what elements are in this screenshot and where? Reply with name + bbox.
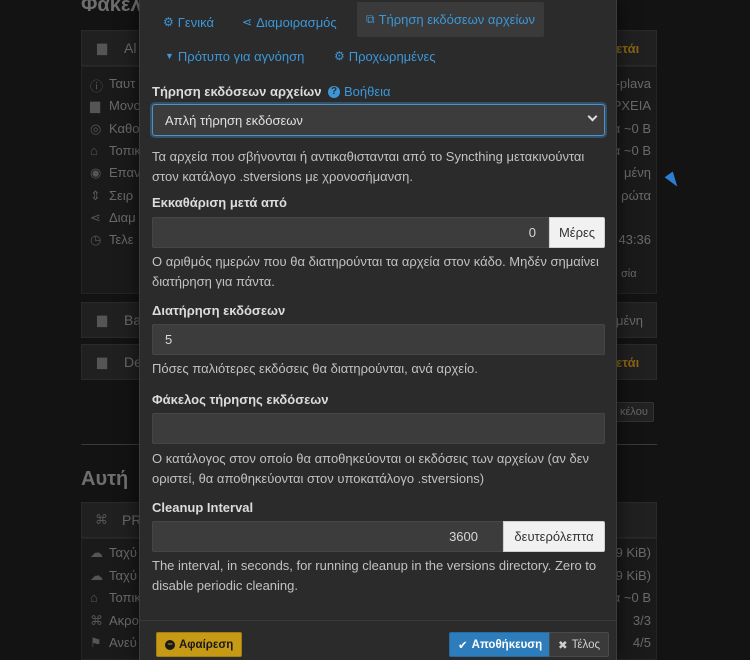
close-label: Τέλος <box>571 638 601 651</box>
close-icon: ✖ <box>558 639 568 652</box>
cleanup-interval-input[interactable]: 3600 <box>152 521 503 552</box>
tab-label: Διαμοιρασμός <box>256 14 337 30</box>
tab-label: Πρότυπο για αγνόηση <box>177 48 305 64</box>
tab-sharing[interactable]: ⋖ Διαμοιρασμός <box>242 9 337 35</box>
save-button[interactable]: ✔ Αποθήκευση <box>449 632 552 657</box>
row-label: Ανεύ <box>109 635 137 650</box>
tab-file-versioning[interactable]: ⧉ Τήρηση εκδόσεων αρχείων <box>357 2 544 37</box>
folder-icon: ▆ <box>97 354 107 369</box>
versions-path-label: Φάκελος τήρησης εκδόσεων <box>152 392 329 407</box>
download-icon: ☁ <box>90 545 103 560</box>
versioning-label: Τήρηση εκδόσεων αρχείων <box>152 84 322 99</box>
row-value: 9 KiB) <box>615 567 651 583</box>
folder-status: ετάι <box>616 355 640 370</box>
folder-footer-text: σία <box>621 268 637 280</box>
chevron-down-icon <box>587 111 598 122</box>
folder-status: μένη <box>616 313 644 328</box>
modal-tabs: ⚙ Γενικά ⋖ Διαμοιρασμός ⧉ Τήρηση εκδόσεω… <box>140 0 616 77</box>
row-label: Ακρο <box>109 612 139 628</box>
folders-heading: Φάκελ <box>81 0 142 16</box>
folder-name: Al <box>124 40 137 56</box>
minus-circle-icon: − <box>165 639 175 650</box>
tab-label: Προχωρημένες <box>348 48 436 64</box>
close-button[interactable]: ✖ Τέλος <box>549 632 610 657</box>
tab-label: Τήρηση εκδόσεων αρχείων <box>378 12 535 27</box>
copy-icon: ⧉ <box>366 12 375 26</box>
info-icon: ⓘ <box>90 79 104 94</box>
home-icon: ⌂ <box>90 142 98 158</box>
modal-footer: − Αφαίρεση ✔ Αποθήκευση ✖ Τέλος <box>140 620 616 660</box>
row-value: 4/5 <box>632 635 651 650</box>
folder-status: ετάι <box>616 41 640 56</box>
clock-icon: ◷ <box>90 232 102 248</box>
versions-path-input[interactable] <box>152 413 605 444</box>
add-folder-button[interactable]: κέλου <box>614 402 654 422</box>
versioning-description: Τα αρχεία που σβήνονται ή αντικαθισταντα… <box>152 149 585 184</box>
help-link[interactable]: ? Βοήθεια <box>328 84 391 99</box>
row-value: α ~0 B <box>612 590 651 605</box>
days-unit-addon: Μέρες <box>549 217 605 248</box>
row-label: Καθο <box>109 120 140 136</box>
row-label: Ταχύ <box>109 545 137 560</box>
mouse-cursor <box>664 171 682 190</box>
cleanout-hint: Ο αριθμός ημερών που θα διατηρούνται τα … <box>152 254 599 289</box>
row-label: Ταχύ <box>109 567 137 583</box>
cogs-icon: ⚙ <box>334 49 345 63</box>
keep-versions-input[interactable]: 5 <box>152 324 605 355</box>
cleanout-days-input[interactable]: 0 <box>152 217 549 248</box>
row-label: Διαμ <box>109 209 136 225</box>
row-label: Μονο <box>109 98 141 114</box>
row-value: ρώτα <box>621 187 651 203</box>
remove-button[interactable]: − Αφαίρεση <box>156 632 243 657</box>
row-value: 9 KiB) <box>615 545 651 560</box>
row-value: α ~0 B <box>612 120 651 136</box>
globe-icon: ◎ <box>90 120 102 136</box>
tab-advanced[interactable]: ⚙ Προχωρημένες <box>334 43 436 69</box>
row-value: α ~0 B <box>612 142 651 158</box>
row-label: Σειρ <box>109 187 134 203</box>
gear-icon: ⚙ <box>163 15 174 29</box>
row-label: Τελε <box>109 232 134 248</box>
row-label: Ταυτ <box>109 76 136 91</box>
versions-path-hint: Ο κατάλογος στον οποίο θα αποθηκεύονται … <box>152 451 590 486</box>
tab-label: Γενικά <box>177 14 214 30</box>
sitemap-icon: ⌘ <box>95 512 108 527</box>
row-label: Επαν <box>109 165 141 181</box>
question-icon: ? <box>328 85 340 98</box>
seconds-unit-addon: δευτερόλεπτα <box>503 521 605 552</box>
cleanup-interval-hint: The interval, in seconds, for running cl… <box>152 558 597 593</box>
folder-icon: ▆ <box>97 312 107 327</box>
sort-icon: ⇕ <box>90 187 101 203</box>
versioning-type-value: Απλή τήρηση εκδόσεων <box>165 112 303 128</box>
cleanout-label: Εκκαθάριση μετά από <box>152 195 287 210</box>
sitemap-icon: ⌘ <box>90 612 103 628</box>
folder-icon: ▆ <box>97 40 107 55</box>
share-icon: ⋖ <box>90 209 101 225</box>
row-value: 3/3 <box>632 612 651 628</box>
remove-label: Αφαίρεση <box>179 638 234 651</box>
save-label: Αποθήκευση <box>471 638 543 651</box>
check-icon: ✔ <box>458 639 468 652</box>
keep-versions-label: Διατήρηση εκδόσεων <box>152 303 286 318</box>
upload-icon: ☁ <box>90 567 103 583</box>
row-value: μένη <box>623 165 651 181</box>
cleanup-interval-label: Cleanup Interval <box>152 500 254 515</box>
help-label: Βοήθεια <box>344 84 391 99</box>
home-icon: ⌂ <box>90 590 98 605</box>
filter-icon: ▼ <box>165 51 174 61</box>
row-value: f-plava <box>611 76 651 91</box>
tab-general[interactable]: ⚙ Γενικά <box>163 9 214 35</box>
tab-ignore-patterns[interactable]: ▼ Πρότυπο για αγνόηση <box>165 43 304 69</box>
share-icon: ⋖ <box>242 15 253 29</box>
eye-icon: ◉ <box>90 165 102 181</box>
row-value: 43:36 <box>618 232 651 248</box>
row-label: Τοπικ <box>109 590 141 605</box>
folder-icon: ▆ <box>90 98 100 114</box>
signpost-icon: ⚑ <box>90 635 102 650</box>
this-device-heading: Αυτή <box>81 468 129 490</box>
row-label: Τοπικ <box>109 142 141 158</box>
keep-versions-hint: Πόσες παλιότερες εκδόσεις θα διατηρούντα… <box>152 361 478 376</box>
versioning-type-select[interactable]: Απλή τήρηση εκδόσεων <box>152 104 605 136</box>
folder-edit-modal: ⚙ Γενικά ⋖ Διαμοιρασμός ⧉ Τήρηση εκδόσεω… <box>139 0 617 660</box>
